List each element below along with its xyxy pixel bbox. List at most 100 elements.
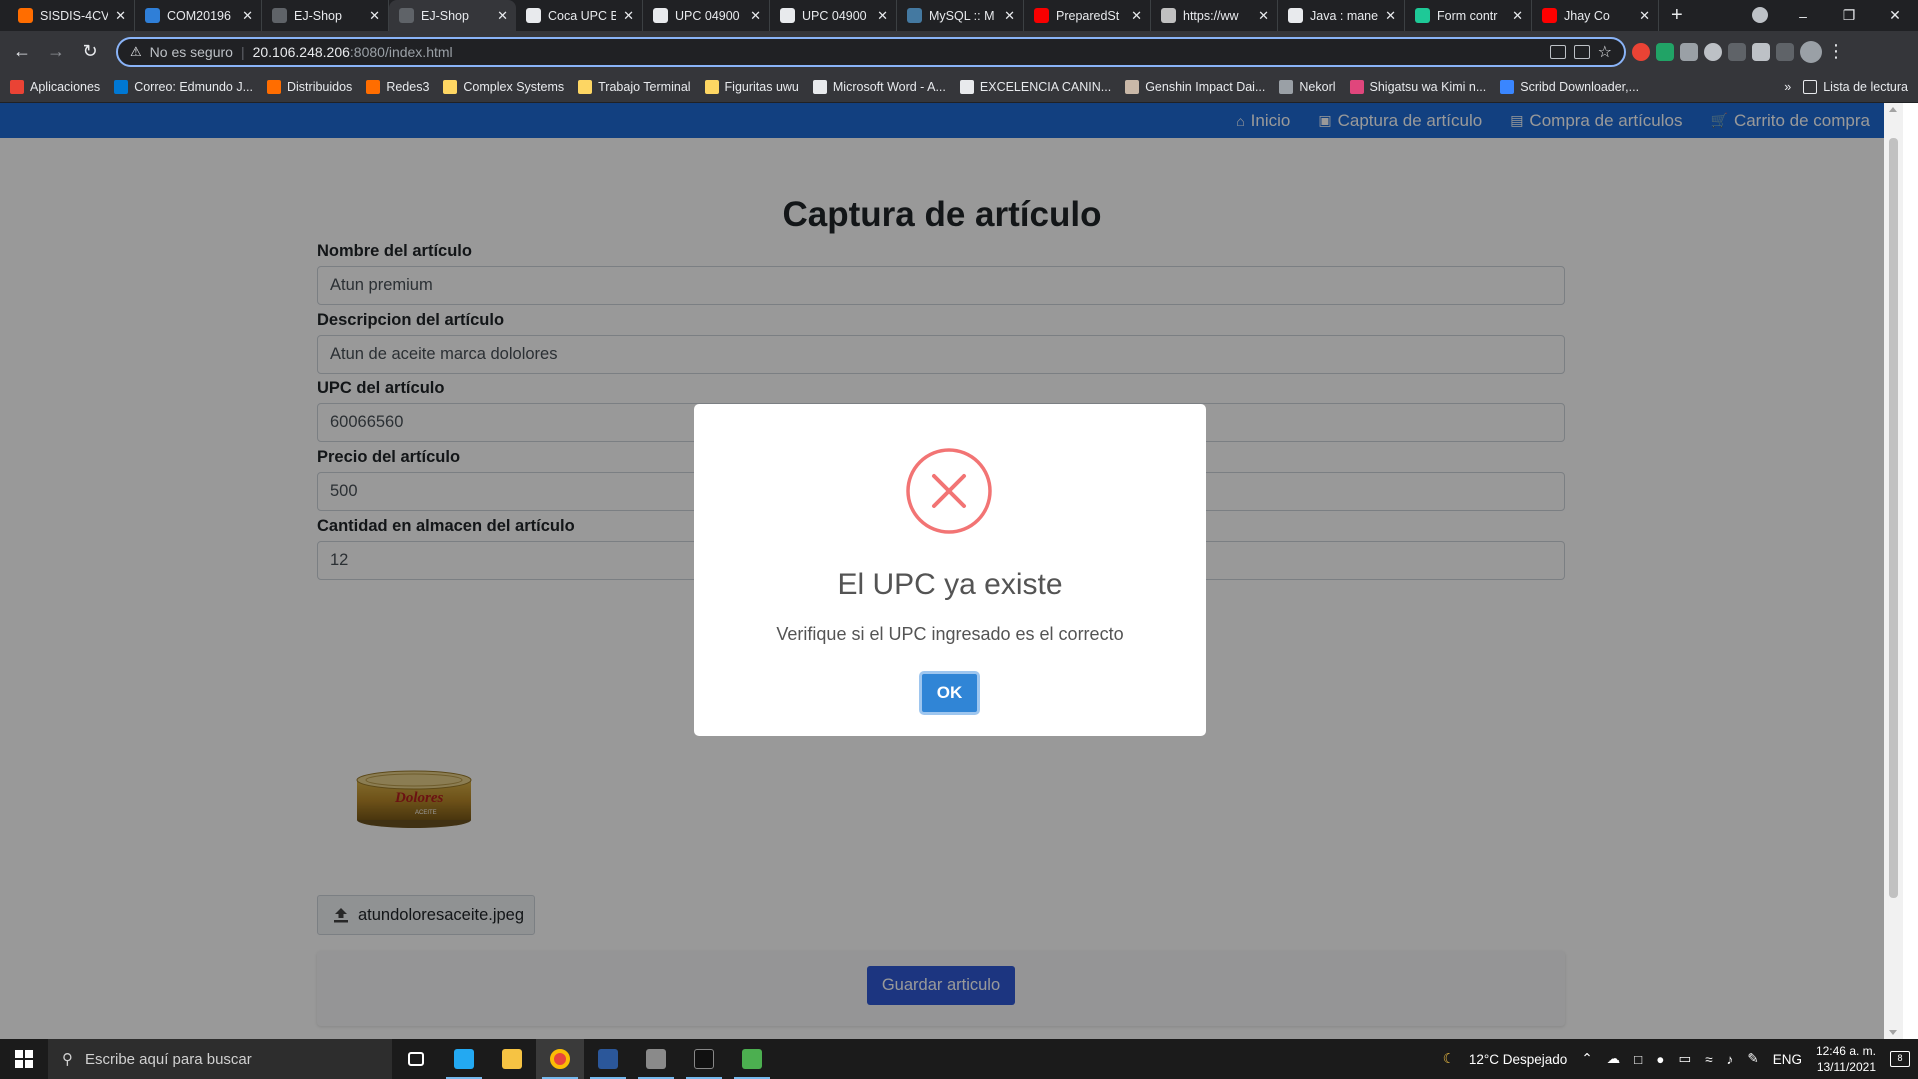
reading-list-button[interactable]: Lista de lectura: [1803, 80, 1908, 94]
extension-adblock-icon[interactable]: [1632, 42, 1650, 61]
bookmarks-overflow-button[interactable]: »: [1784, 80, 1791, 94]
task-view-button[interactable]: [392, 1039, 440, 1079]
bookmark-item[interactable]: Genshin Impact Dai...: [1125, 80, 1265, 94]
tab-close-icon[interactable]: ✕: [369, 8, 380, 24]
bookmark-item[interactable]: Complex Systems: [443, 80, 564, 94]
restore-button[interactable]: ❐: [1826, 0, 1872, 31]
tab-close-icon[interactable]: ✕: [1131, 8, 1142, 24]
browser-tab[interactable]: EJ-Shop ✕: [262, 0, 389, 31]
browser-tab[interactable]: UPC 04900 ✕: [643, 0, 770, 31]
taskbar-file-explorer[interactable]: [488, 1039, 536, 1079]
taskbar-word[interactable]: [584, 1039, 632, 1079]
browser-tab[interactable]: SISDIS-4CV ✕: [8, 0, 135, 31]
bookmark-favicon-icon: [578, 80, 593, 94]
extension-react-icon[interactable]: [1704, 42, 1722, 61]
browser-tab[interactable]: MySQL :: M ✕: [897, 0, 1024, 31]
battery-icon[interactable]: ▭: [1678, 1051, 1691, 1067]
profile-avatar[interactable]: [1800, 40, 1822, 63]
tab-search-icon[interactable]: [1752, 7, 1768, 23]
qr-code-icon[interactable]: [1573, 44, 1590, 59]
scroll-down-arrow-icon[interactable]: [1889, 1030, 1897, 1035]
azure-icon: [145, 8, 160, 23]
volume-icon[interactable]: ♪: [1727, 1052, 1734, 1067]
bookmark-favicon-icon: [1349, 80, 1364, 94]
notifications-icon[interactable]: 8: [1890, 1051, 1910, 1067]
bookmark-label: Correo: Edmundo J...: [134, 80, 253, 94]
start-button[interactable]: [0, 1039, 48, 1079]
onedrive-icon[interactable]: ☁: [1607, 1051, 1621, 1067]
taskbar-terminal[interactable]: [680, 1039, 728, 1079]
browser-tab[interactable]: COM20196 ✕: [135, 0, 262, 31]
tab-close-icon[interactable]: ✕: [242, 8, 253, 24]
bookmark-item[interactable]: Aplicaciones: [10, 80, 100, 94]
bookmark-item[interactable]: EXCELENCIA CANIN...: [959, 80, 1111, 94]
tray-overflow-icon[interactable]: ⌃: [1581, 1051, 1592, 1067]
bookmark-item[interactable]: Distribuidos: [267, 80, 352, 94]
browser-tab[interactable]: Jhay Co ✕: [1532, 0, 1659, 31]
tab-close-icon[interactable]: ✕: [1004, 8, 1015, 24]
browser-menu-icon[interactable]: ⋮: [1827, 38, 1845, 66]
weather-widget[interactable]: 12°C Despejado: [1469, 1052, 1567, 1067]
barcode-icon: [780, 8, 795, 23]
dialog-title: El UPC ya existe: [837, 568, 1063, 601]
bookmark-item[interactable]: Shigatsu wa Kimi n...: [1349, 80, 1486, 94]
microphone-icon[interactable]: ●: [1656, 1052, 1664, 1067]
bookmark-item[interactable]: Redes3: [366, 80, 429, 94]
tab-close-icon[interactable]: ✕: [115, 8, 126, 24]
tab-close-icon[interactable]: ✕: [877, 8, 888, 24]
browser-tab[interactable]: Coca UPC B ✕: [516, 0, 643, 31]
clock[interactable]: 12:46 a. m. 13/11/2021: [1816, 1043, 1876, 1075]
language-indicator[interactable]: ENG: [1773, 1052, 1802, 1067]
tab-title: Coca UPC B: [548, 8, 617, 23]
bookmark-label: Trabajo Terminal: [598, 80, 691, 94]
reading-mode-icon[interactable]: [1776, 42, 1794, 61]
scrollbar-thumb[interactable]: [1889, 138, 1898, 898]
new-tab-button[interactable]: +: [1659, 0, 1695, 31]
leaf-icon: [1415, 8, 1430, 23]
browser-tab[interactable]: https://ww ✕: [1151, 0, 1278, 31]
pen-icon[interactable]: ✎: [1747, 1051, 1758, 1067]
bookmark-item[interactable]: Microsoft Word - A...: [812, 80, 946, 94]
back-button[interactable]: ←: [8, 38, 36, 66]
taskbar-latex[interactable]: [632, 1039, 680, 1079]
tab-close-icon[interactable]: ✕: [623, 8, 634, 24]
tab-close-icon[interactable]: ✕: [1385, 8, 1396, 24]
tab-close-icon[interactable]: ✕: [1258, 8, 1269, 24]
extension-zip-icon[interactable]: [1680, 42, 1698, 61]
taskbar-app[interactable]: [728, 1039, 776, 1079]
tab-close-icon[interactable]: ✕: [1639, 8, 1650, 24]
taskbar-chrome[interactable]: [536, 1039, 584, 1079]
taskbar-vscode[interactable]: [440, 1039, 488, 1079]
browser-tab[interactable]: Java : mane ✕: [1278, 0, 1405, 31]
extensions-puzzle-icon[interactable]: [1752, 42, 1770, 61]
mysql-icon: [907, 8, 922, 23]
bookmark-item[interactable]: Correo: Edmundo J...: [114, 80, 253, 94]
bookmark-item[interactable]: Figuritas uwu: [704, 80, 799, 94]
extension-window-icon[interactable]: [1728, 42, 1746, 61]
minimize-button[interactable]: –: [1780, 0, 1826, 31]
taskbar-search[interactable]: ⚲ Escribe aquí para buscar: [48, 1039, 392, 1079]
browser-tab[interactable]: UPC 04900 ✕: [770, 0, 897, 31]
wifi-icon[interactable]: ≈: [1705, 1052, 1712, 1067]
forward-button[interactable]: →: [42, 38, 70, 66]
page-scrollbar[interactable]: [1884, 103, 1903, 1039]
dialog-ok-button[interactable]: OK: [919, 671, 980, 715]
browser-tab[interactable]: PreparedSt ✕: [1024, 0, 1151, 31]
cast-icon[interactable]: [1549, 44, 1566, 59]
scroll-up-arrow-icon[interactable]: [1889, 107, 1897, 112]
reload-button[interactable]: ↻: [76, 38, 104, 66]
tab-close-icon[interactable]: ✕: [1512, 8, 1523, 24]
extension-sheets-icon[interactable]: [1656, 42, 1674, 61]
tab-close-icon[interactable]: ✕: [750, 8, 761, 24]
bookmark-label: Complex Systems: [463, 80, 565, 94]
meet-icon[interactable]: □: [1634, 1052, 1642, 1067]
bookmark-star-icon[interactable]: ☆: [1598, 42, 1612, 62]
browser-tab[interactable]: Form contr ✕: [1405, 0, 1532, 31]
tab-close-icon[interactable]: ✕: [497, 8, 508, 24]
browser-tab[interactable]: EJ-Shop ✕: [389, 0, 516, 31]
close-window-button[interactable]: ✕: [1872, 0, 1918, 31]
address-bar[interactable]: ⚠ No es seguro | 20.106.248.206:8080/ind…: [116, 36, 1626, 67]
bookmark-item[interactable]: Scribd Downloader,...: [1500, 80, 1639, 94]
bookmark-item[interactable]: Nekorl: [1279, 80, 1336, 94]
bookmark-item[interactable]: Trabajo Terminal: [578, 80, 691, 94]
